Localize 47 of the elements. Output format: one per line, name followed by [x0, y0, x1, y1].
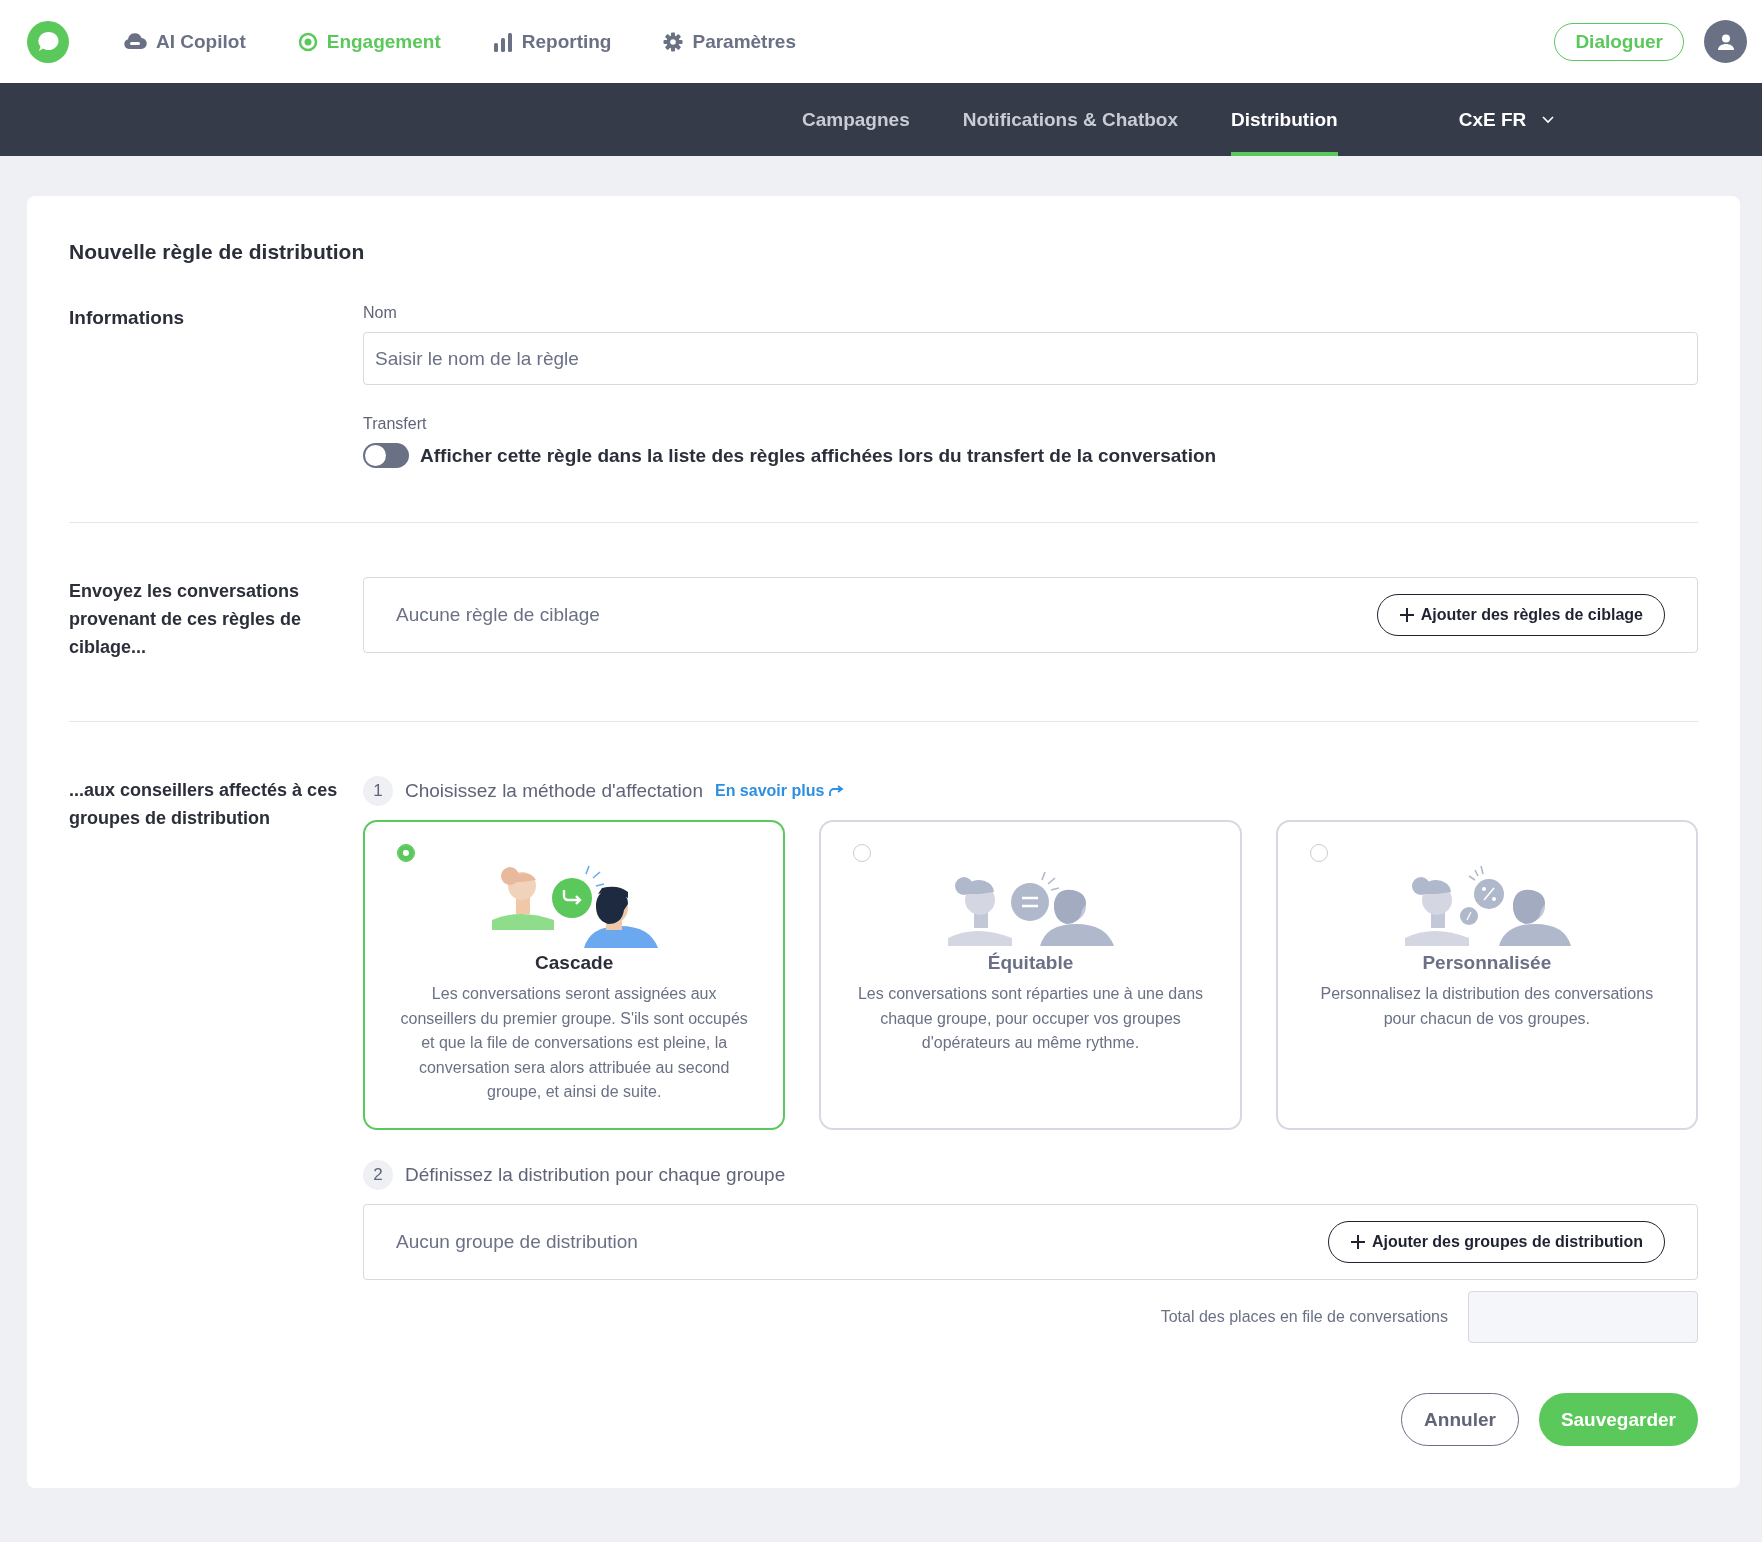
- field-label: Total des places en file de conversations: [1160, 1308, 1448, 1326]
- target-icon: [297, 31, 318, 52]
- method-description: Les conversations sont réparties une à une dans chaque groupe, pour occuper vos groupes d'opérateurs au même rythme.: [856, 984, 1205, 1053]
- method-title: Personnalisée: [1422, 952, 1552, 974]
- method-card[interactable]: Personnalisée Personnalisez la distribution des conversations pour chacun de vos groupes.: [1275, 820, 1698, 1130]
- step-number: 1: [363, 776, 393, 806]
- add-targeting-button[interactable]: Ajouter des règles de ciblage: [1376, 594, 1665, 636]
- section-heading: Envoyez les conversations provenant de ces règles de ciblage...: [69, 580, 303, 659]
- empty-message: Aucune règle de ciblage: [396, 604, 600, 626]
- plus-icon: [1349, 1234, 1366, 1250]
- form-title: Nouvelle règle de distribution: [69, 240, 366, 264]
- avatar-icon[interactable]: [1704, 20, 1747, 63]
- logo-icon[interactable]: [27, 20, 69, 63]
- nav-item[interactable]: Reporting: [492, 30, 612, 53]
- plus-icon: [1398, 607, 1415, 623]
- method-card[interactable]: Équitable Les conversations sont réparties une à une dans chaque groupe, pour occuper vos groupes d'opérateurs au même rythme.: [819, 820, 1242, 1130]
- empty-message: Aucun groupe de distribution: [396, 1231, 638, 1253]
- tab[interactable]: Distribution: [1231, 83, 1338, 156]
- cancel-button[interactable]: Annuler: [1401, 1393, 1519, 1446]
- nav-item[interactable]: AI Copilot: [123, 30, 246, 53]
- workspace-dropdown[interactable]: CxE FR: [1458, 83, 1555, 156]
- section-heading: ...aux conseillers affectés à ces groupes de distribution: [69, 779, 339, 830]
- step-label: Choisissez la méthode d'affectation: [405, 780, 703, 802]
- bar-chart-icon: [492, 31, 513, 52]
- learn-more-link[interactable]: En savoir plus: [714, 782, 845, 800]
- field-label: Nom: [363, 304, 398, 322]
- section-heading: Informations: [69, 306, 186, 330]
- step-number: 2: [363, 1160, 393, 1190]
- tab[interactable]: Campagnes: [802, 83, 910, 156]
- toggle-label: Afficher cette règle dans la liste des règles affichées lors du transfert de la conversation: [420, 444, 1217, 467]
- method-title: Cascade: [535, 952, 614, 974]
- nav-item[interactable]: Paramètres: [663, 30, 796, 53]
- chevron-down-icon: [1542, 115, 1555, 124]
- step-label: Définissez la distribution pour chaque groupe: [405, 1164, 786, 1186]
- add-groups-button[interactable]: Ajouter des groupes de distribution: [1327, 1221, 1665, 1263]
- name-input[interactable]: Saisir le nom de la règle: [363, 332, 1698, 385]
- cloud-icon: [123, 32, 147, 51]
- arrow-icon: [828, 785, 845, 797]
- field-label: Transfert: [363, 415, 428, 433]
- radio-button[interactable]: [397, 844, 415, 862]
- method-description: Personnalisez la distribution des conversations pour chacun de vos groupes.: [1319, 984, 1655, 1029]
- method-card[interactable]: [363, 820, 786, 1130]
- total-input[interactable]: [1468, 1291, 1698, 1343]
- method-description: Les conversations seront assignées aux conseillers du premier groupe. S'ils sont occupés et que la file de conversations est pleine, la conversation sera alors attribuée au second groupe, et ainsi de suite.: [399, 984, 749, 1102]
- method-title: Équitable: [987, 952, 1074, 974]
- tab[interactable]: Notifications & Chatbox: [962, 83, 1179, 156]
- toggle-switch[interactable]: [363, 443, 409, 468]
